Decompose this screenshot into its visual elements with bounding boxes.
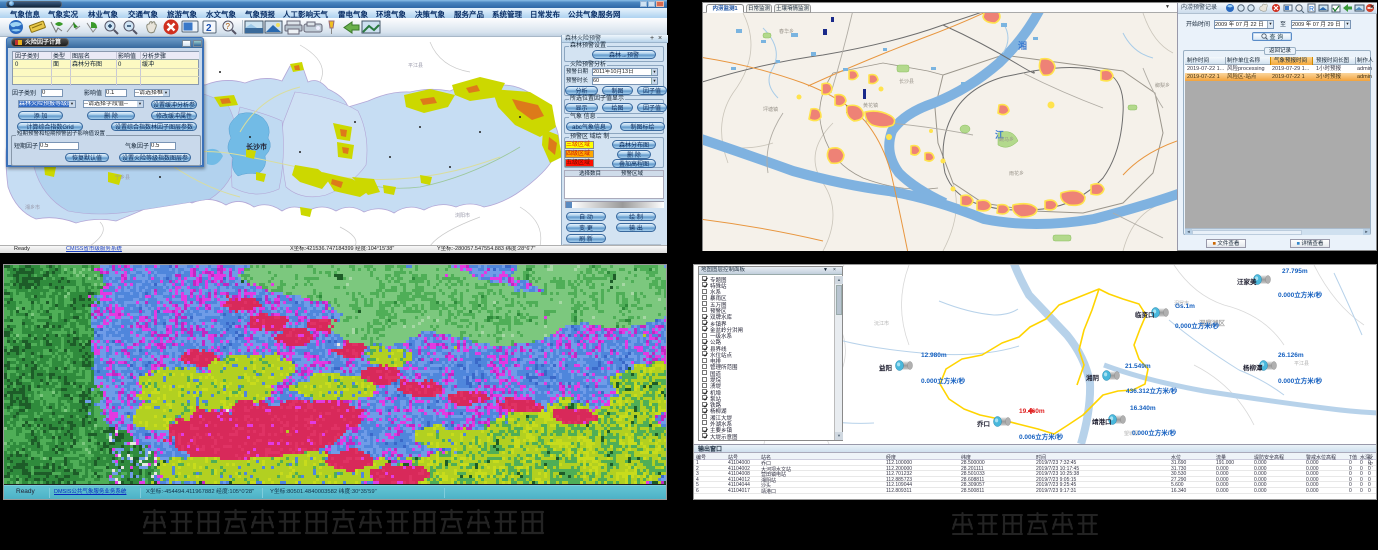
svg-text:长沙县: 长沙县 [899,78,914,85]
svg-text:沅江市: 沅江市 [874,320,889,327]
svg-text:平江县: 平江县 [408,62,423,69]
svg-text:雨花乡: 雨花乡 [1009,170,1024,177]
svg-text:坪塘镇: 坪塘镇 [763,106,778,113]
svg-text:长沙市: 长沙市 [246,142,267,151]
svg-text:黄花镇: 黄花镇 [863,102,878,109]
svg-text:2: 2 [206,23,212,34]
svg-text:平江县: 平江县 [1294,360,1309,367]
svg-text:春华乡: 春华乡 [779,28,794,35]
svg-text:宁乡县: 宁乡县 [115,174,130,181]
svg-text:湘乡市: 湘乡市 [25,204,40,211]
svg-text:跳马乡: 跳马乡 [999,136,1014,143]
svg-text:R: R [1309,6,1314,13]
svg-text:浏阳市: 浏阳市 [455,212,470,219]
svg-text:湘: 湘 [1018,40,1027,51]
svg-text:?: ? [226,22,231,31]
svg-text:榔梨乡: 榔梨乡 [1155,82,1170,89]
